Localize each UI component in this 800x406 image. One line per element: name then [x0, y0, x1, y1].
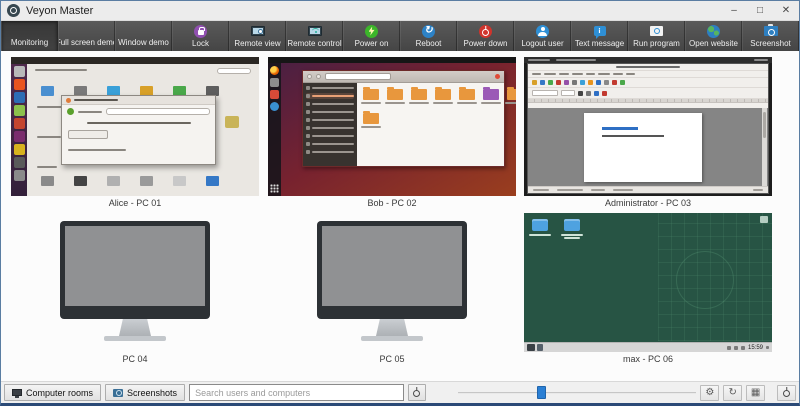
screenshots-icon: [113, 389, 123, 397]
taskbar-clock: 15:59: [748, 345, 763, 351]
computer-monitoring-grid: Alice - PC 01: [1, 51, 799, 381]
toolbar-button-power-on[interactable]: Power on: [343, 21, 400, 51]
window-demo-tiles-icon: [137, 26, 151, 37]
computer-label: Alice - PC 01: [11, 198, 259, 209]
computer-rooms-button[interactable]: Computer rooms: [4, 384, 101, 401]
title-bar: Veyon Master – □ ✕: [1, 1, 799, 21]
lock-icon: [194, 25, 207, 38]
logout-user-icon: [536, 25, 549, 38]
toolbar-button-lock[interactable]: Lock: [172, 21, 229, 51]
computer-label: max - PC 06: [524, 354, 772, 365]
computer-tile-pc03[interactable]: Administrator - PC 03: [524, 57, 772, 209]
kde-taskbar: 15:59: [524, 342, 772, 352]
veyon-master-window: Veyon Master – □ ✕ Monitoring Full scree…: [0, 0, 800, 406]
reload-arrangement-icon: ↻: [729, 387, 737, 398]
folder-icon: [564, 219, 580, 231]
window-title: Veyon Master: [26, 5, 93, 17]
computer-tile-pc04[interactable]: PC 04: [11, 213, 259, 365]
toolbar-button-text-message[interactable]: i Text message: [571, 21, 628, 51]
computer-rooms-icon: [12, 389, 22, 396]
power-on-icon: [365, 25, 378, 38]
minimize-button[interactable]: –: [721, 1, 747, 20]
toolbar-button-fullscreen-demo[interactable]: Full screen demo: [58, 21, 115, 51]
screenshot-icon: [764, 26, 778, 36]
screenshots-button[interactable]: Screenshots: [105, 384, 185, 401]
main-toolbar: Monitoring Full screen demo Window demo …: [1, 21, 799, 51]
toolbar-button-remote-control[interactable]: Remote control: [286, 21, 343, 51]
computer-label: PC 04: [11, 354, 259, 365]
pc03-screen-thumbnail[interactable]: [524, 57, 772, 196]
custom-arrangement-button[interactable]: ↻: [723, 385, 742, 401]
toolbar-button-remote-view[interactable]: Remote view: [229, 21, 286, 51]
computer-label: Administrator - PC 03: [524, 198, 772, 209]
toolbar-button-logout-user[interactable]: Logout user: [514, 21, 571, 51]
files-window: [302, 70, 505, 167]
power-state-button[interactable]: [777, 385, 796, 401]
computer-tile-pc01[interactable]: Alice - PC 01: [11, 57, 259, 209]
toolbar-button-screenshot[interactable]: Screenshot: [742, 21, 799, 51]
close-button[interactable]: ✕: [773, 1, 799, 20]
fullscreen-demo-tiles-icon: [80, 26, 94, 37]
toolbar-button-window-demo[interactable]: Window demo: [115, 21, 172, 51]
computer-label: PC 05: [268, 354, 516, 365]
zoom-slider-handle[interactable]: [537, 386, 546, 399]
search-input[interactable]: [189, 384, 404, 401]
remote-control-icon: [308, 26, 322, 36]
folder-icon: [532, 219, 548, 231]
toolbar-button-power-down[interactable]: Power down: [457, 21, 514, 51]
run-program-icon: [650, 26, 663, 36]
computer-tile-pc02[interactable]: Bob - PC 02: [268, 57, 516, 209]
offline-monitor-icon: [268, 213, 516, 352]
toolbar-button-open-website[interactable]: Open website: [685, 21, 742, 51]
gear-icon: ⚙: [705, 387, 714, 398]
remote-view-icon: [251, 26, 265, 36]
gnome-dock: [268, 63, 281, 196]
pc02-screen-thumbnail[interactable]: [268, 57, 516, 196]
toolbar-button-reboot[interactable]: ↻ Reboot: [400, 21, 457, 51]
desktop-widget-icon: [760, 216, 768, 223]
toolbar-button-monitoring[interactable]: Monitoring: [1, 21, 58, 51]
align-grid-icon: ▦: [751, 387, 760, 398]
printer-dialog: [61, 95, 216, 165]
power-state-icon: [783, 390, 790, 397]
pc06-screen-thumbnail[interactable]: 15:59: [524, 213, 772, 352]
powered-on-filter-button[interactable]: [408, 384, 426, 401]
text-message-icon: i: [594, 26, 606, 36]
veyon-app-icon: [7, 4, 20, 17]
reboot-icon: ↻: [422, 25, 435, 38]
offline-monitor-icon: [11, 213, 259, 352]
power-filter-icon: [413, 390, 420, 397]
align-grid-button[interactable]: ▦: [746, 385, 765, 401]
open-website-icon: [707, 25, 720, 38]
writer-document-area: [528, 108, 768, 186]
status-bar: Computer rooms Screenshots ⚙ ↻ ▦: [1, 381, 799, 403]
monitoring-tiles-icon: [23, 26, 37, 37]
slider-groove: [458, 392, 697, 394]
toolbar-button-run-program[interactable]: Run program: [628, 21, 685, 51]
folder-grid: [357, 83, 504, 166]
auto-adjust-size-button[interactable]: ⚙: [700, 385, 719, 401]
computer-tile-pc05[interactable]: PC 05: [268, 213, 516, 365]
power-down-icon: [479, 25, 492, 38]
libreoffice-writer-window: [527, 63, 769, 194]
computer-label: Bob - PC 02: [268, 198, 516, 209]
icon-size-slider[interactable]: [458, 384, 697, 401]
unity-launcher: [11, 64, 27, 196]
pc01-screen-thumbnail[interactable]: [11, 57, 259, 196]
computer-tile-pc06[interactable]: 15:59 max - PC 06: [524, 213, 772, 365]
maximize-button[interactable]: □: [747, 1, 773, 20]
